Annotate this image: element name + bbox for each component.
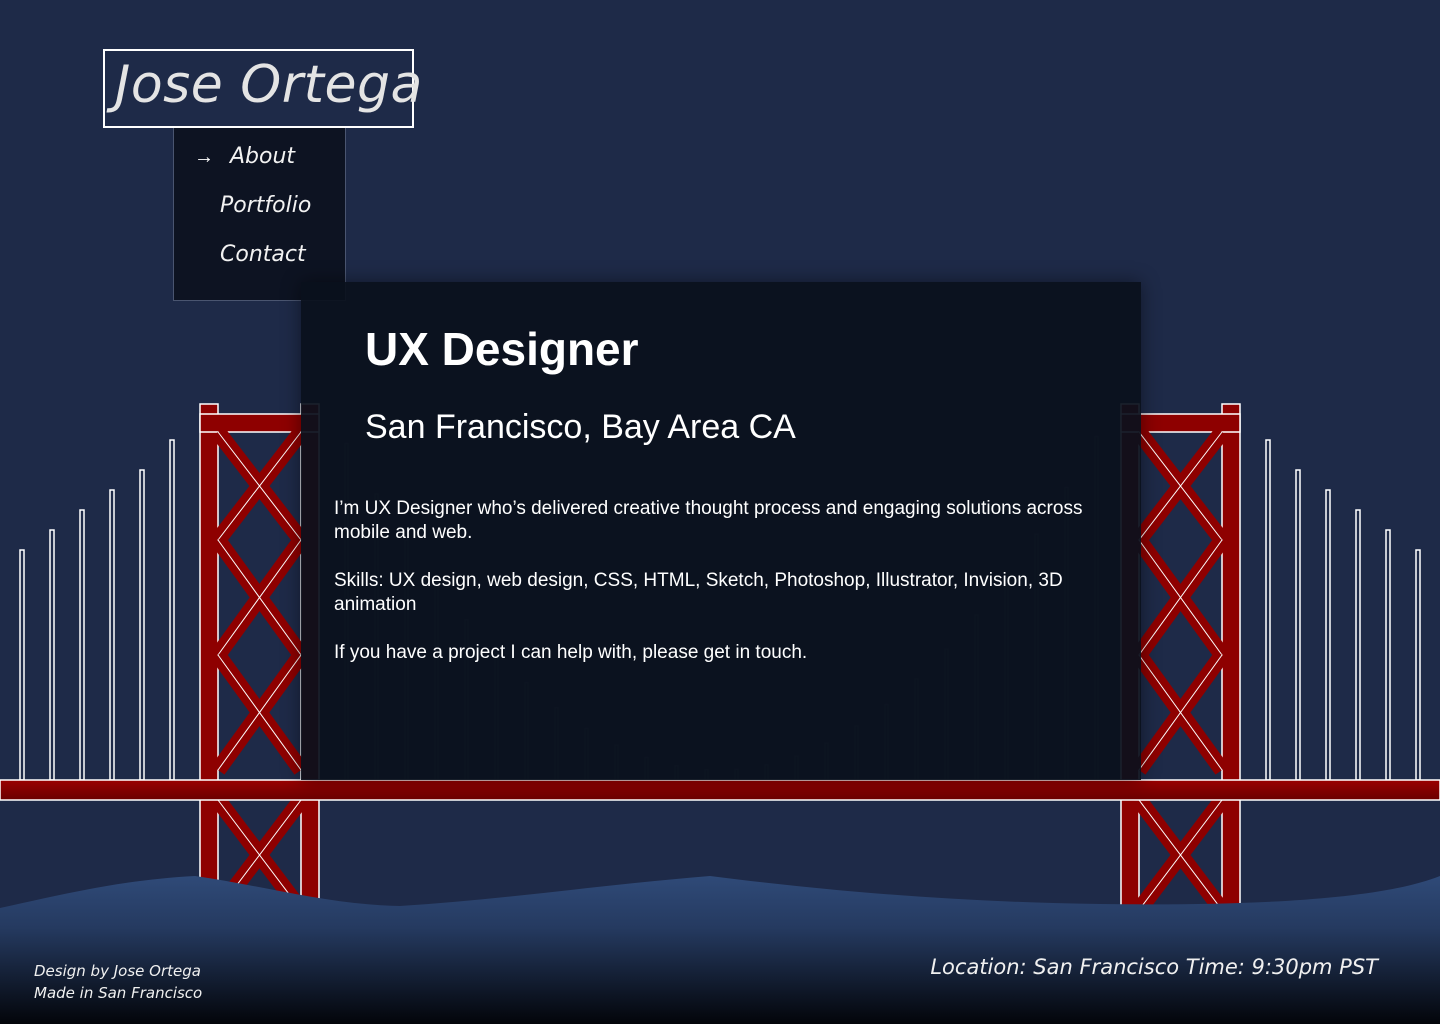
suspension-cable xyxy=(1385,529,1391,781)
suspension-cable xyxy=(1325,489,1331,781)
footer-credits: Design by Jose Ortega Made in San Franci… xyxy=(34,960,202,1004)
tower-leg xyxy=(1221,403,1241,910)
design-credit: Design by Jose Ortega xyxy=(34,962,201,980)
location-subtitle: San Francisco, Bay Area CA xyxy=(365,408,796,446)
suspension-cable xyxy=(1265,439,1271,781)
intro-paragraph: I’m UX Designer who’s delivered creative… xyxy=(334,498,1083,543)
tower-leg xyxy=(199,403,219,910)
suspension-cable xyxy=(79,509,85,781)
logo-text: Jose Ortega xyxy=(115,55,423,115)
contact-paragraph: If you have a project I can help with, p… xyxy=(334,642,808,663)
page: Jose Ortega → About Portfolio Contact UX… xyxy=(0,0,1440,1024)
suspension-cable xyxy=(49,529,55,781)
suspension-cable xyxy=(1295,469,1301,781)
nav-item-about[interactable]: About xyxy=(230,144,295,169)
nav-item-contact[interactable]: Contact xyxy=(220,242,306,267)
suspension-cable xyxy=(139,469,145,781)
suspension-cable xyxy=(19,549,25,781)
nav-item-portfolio[interactable]: Portfolio xyxy=(220,193,311,218)
location-time: Location: San Francisco Time: 9:30pm PST xyxy=(930,955,1378,979)
nav-menu: → About Portfolio Contact xyxy=(173,128,346,301)
page-title: UX Designer xyxy=(365,323,639,375)
bridge-deck xyxy=(0,779,1440,801)
suspension-cable xyxy=(109,489,115,781)
suspension-cable xyxy=(169,439,175,781)
suspension-cable xyxy=(1355,509,1361,781)
logo-frame[interactable]: Jose Ortega xyxy=(103,49,422,128)
about-card: UX Designer San Francisco, Bay Area CA I… xyxy=(301,282,1141,780)
arrow-right-icon: → xyxy=(194,146,214,168)
made-in-credit: Made in San Francisco xyxy=(34,984,203,1002)
skills-paragraph: Skills: UX design, web design, CSS, HTML… xyxy=(334,570,1063,615)
suspension-cable xyxy=(1415,549,1421,781)
